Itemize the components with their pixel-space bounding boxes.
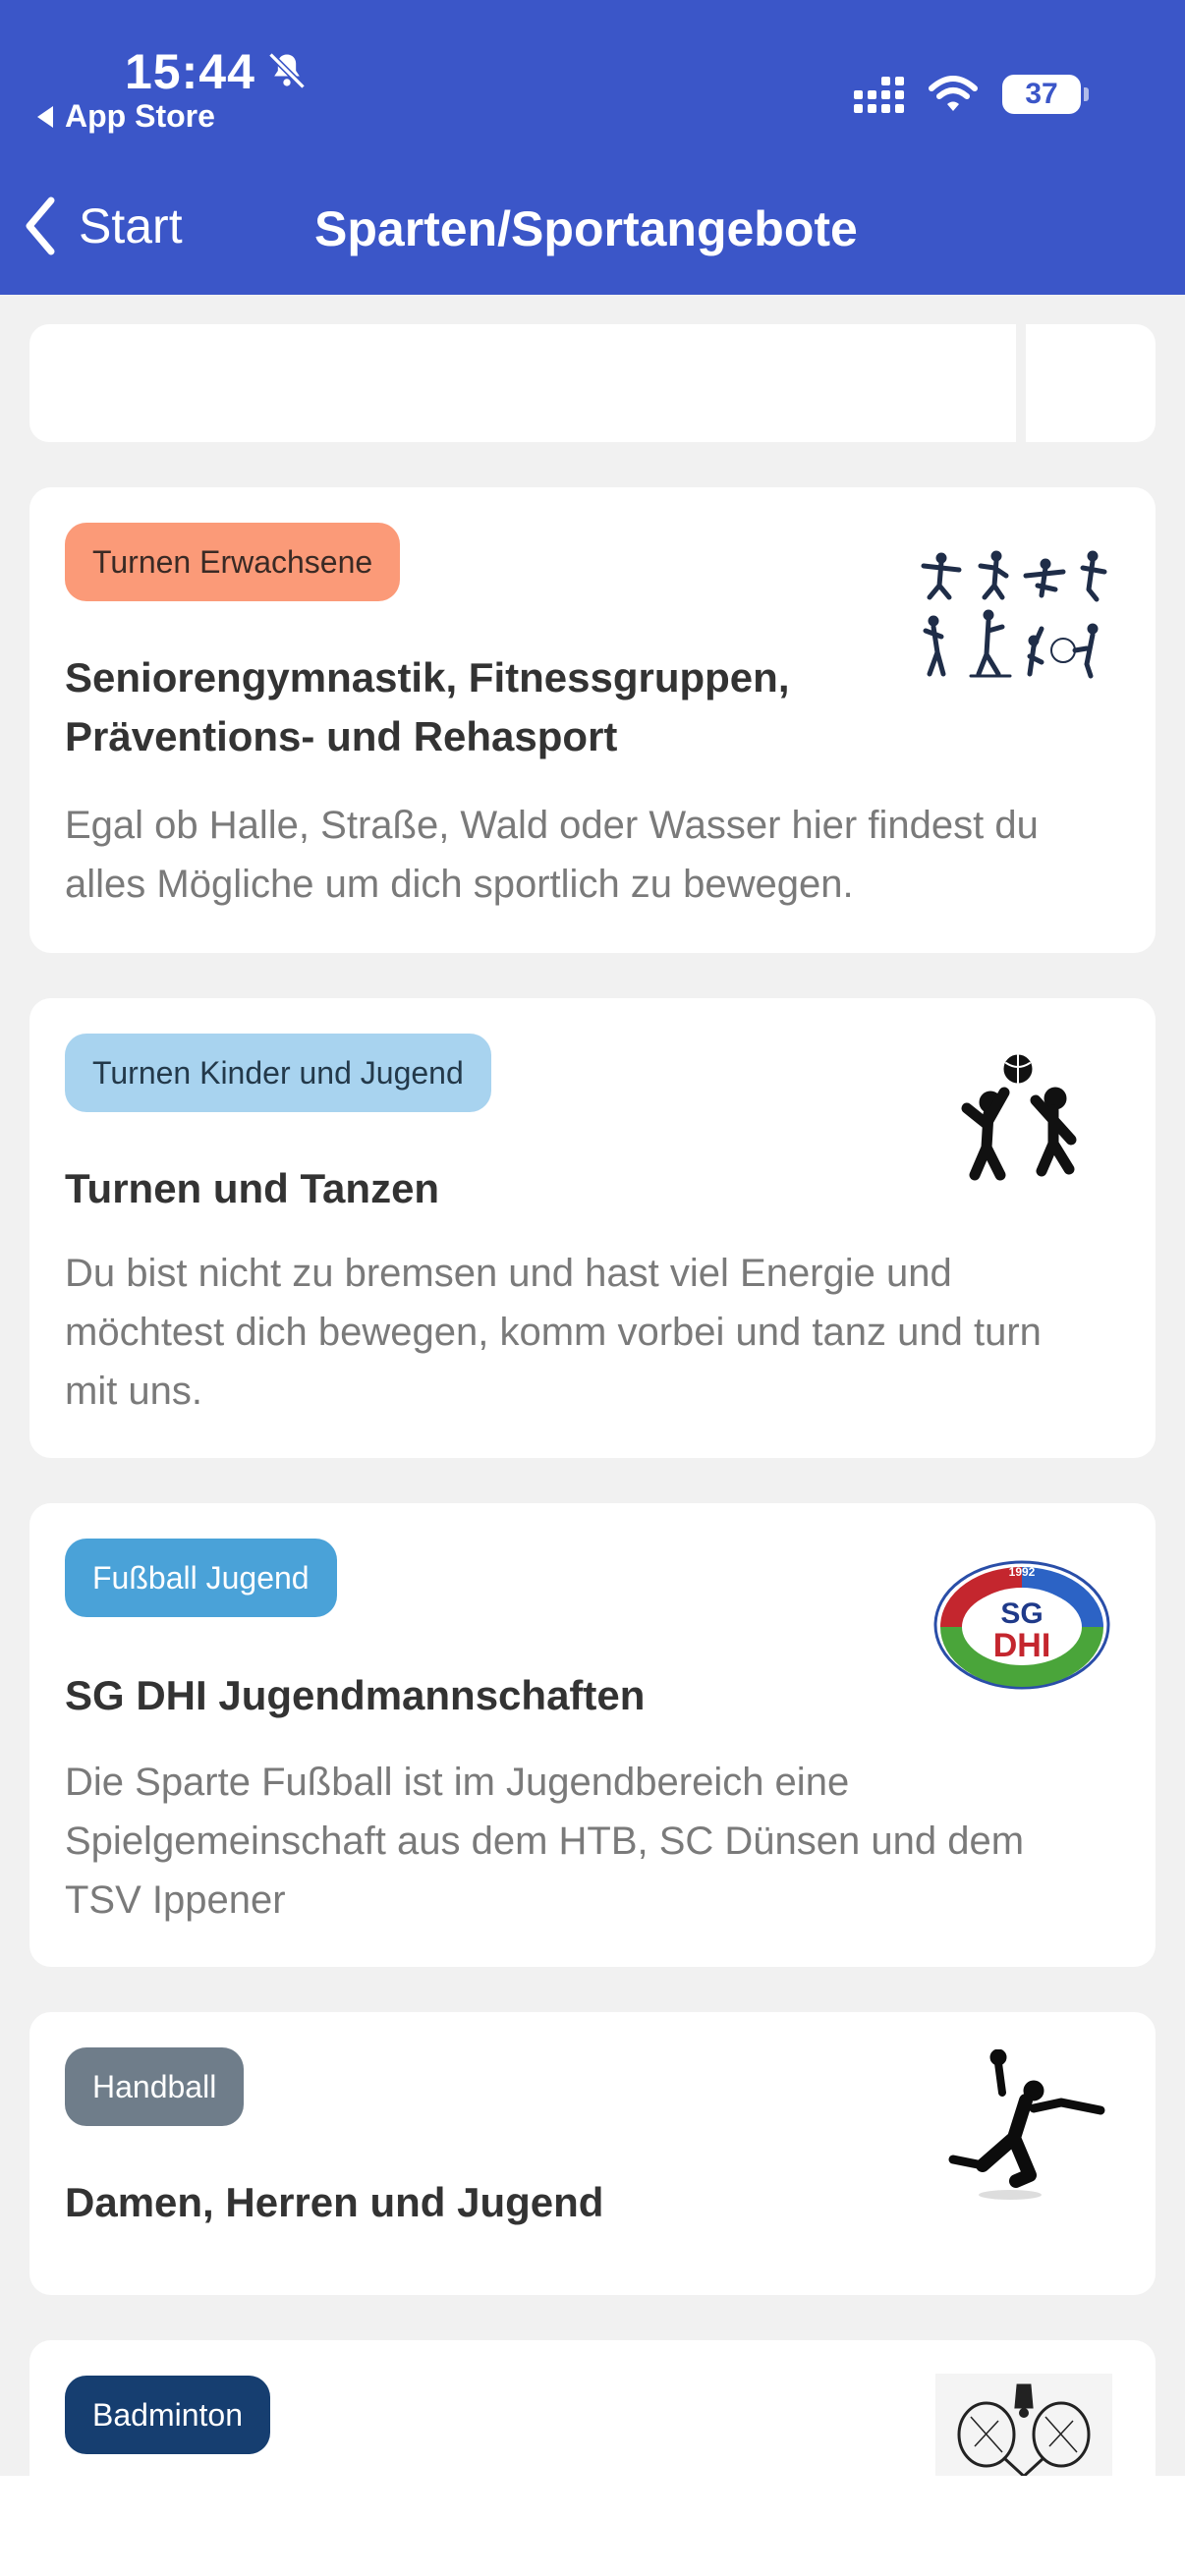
sg-dhi-logo: 1992 SG DHI	[933, 1560, 1110, 1690]
category-tag: Turnen Erwachsene	[65, 523, 401, 601]
card-title: Seniorengymnastik, Fitnessgruppen, Präve…	[65, 654, 790, 759]
card-title: Turnen und Tanzen	[65, 1165, 440, 1211]
card-description: Egal ob Halle, Straße, Wald oder Wasser …	[65, 804, 1039, 906]
status-time: 15:44	[125, 44, 255, 99]
svg-text:SG: SG	[1000, 1597, 1043, 1630]
category-tag: Fußball Jugend	[65, 1539, 337, 1617]
battery-indicator: 37	[1002, 75, 1089, 114]
card-description: Die Sparte Fußball ist im Jugendbereich …	[65, 1761, 1025, 1922]
handball-player-icon	[948, 2049, 1105, 2200]
sport-card[interactable]: Fußball Jugend SG DHI Jugendmannschaften…	[29, 1503, 1156, 1967]
sport-card[interactable]: Turnen Erwachsene Seniorengymnastik, Fit…	[29, 487, 1156, 953]
back-label: Start	[79, 198, 183, 253]
card-description: Du bist nicht zu bremsen und hast viel E…	[65, 1252, 1042, 1413]
bottom-area	[0, 2476, 1185, 2576]
page-title: Sparten/Sportangebote	[314, 201, 858, 256]
badminton-rackets-icon	[935, 2374, 1112, 2482]
back-triangle-icon	[37, 105, 53, 128]
wifi-icon	[929, 76, 978, 111]
cellular-signal-icon	[854, 76, 904, 113]
sport-card[interactable]: Handball Damen, Herren und Jugend	[29, 2012, 1156, 2295]
svg-text:1992: 1992	[1009, 1565, 1036, 1579]
sport-card[interactable]: Turnen Kinder und Jugend Turnen und Tanz…	[29, 998, 1156, 1458]
card-title: Damen, Herren und Jugend	[65, 2179, 604, 2225]
back-to-app-store[interactable]: App Store	[37, 98, 215, 135]
back-button[interactable]: Start	[24, 196, 183, 255]
search-bar[interactable]	[29, 324, 1156, 442]
gymnastics-silhouettes-icon	[921, 550, 1107, 679]
status-icons: 37	[854, 75, 1089, 114]
category-tag: Handball	[65, 2047, 245, 2126]
chevron-left-icon	[26, 196, 55, 255]
app-header: 15:44 App Store 37 Start Sparten/Sportan…	[0, 0, 1185, 295]
category-tag: Turnen Kinder und Jugend	[65, 1034, 491, 1112]
bell-muted-icon	[268, 52, 306, 89]
category-tag: Badminton	[65, 2376, 270, 2454]
search-divider	[1016, 324, 1026, 442]
svg-text:DHI: DHI	[993, 1627, 1051, 1664]
back-app-label: App Store	[65, 98, 215, 134]
kids-ball-icon	[961, 1054, 1077, 1181]
card-title: SG DHI Jugendmannschaften	[65, 1672, 646, 1718]
